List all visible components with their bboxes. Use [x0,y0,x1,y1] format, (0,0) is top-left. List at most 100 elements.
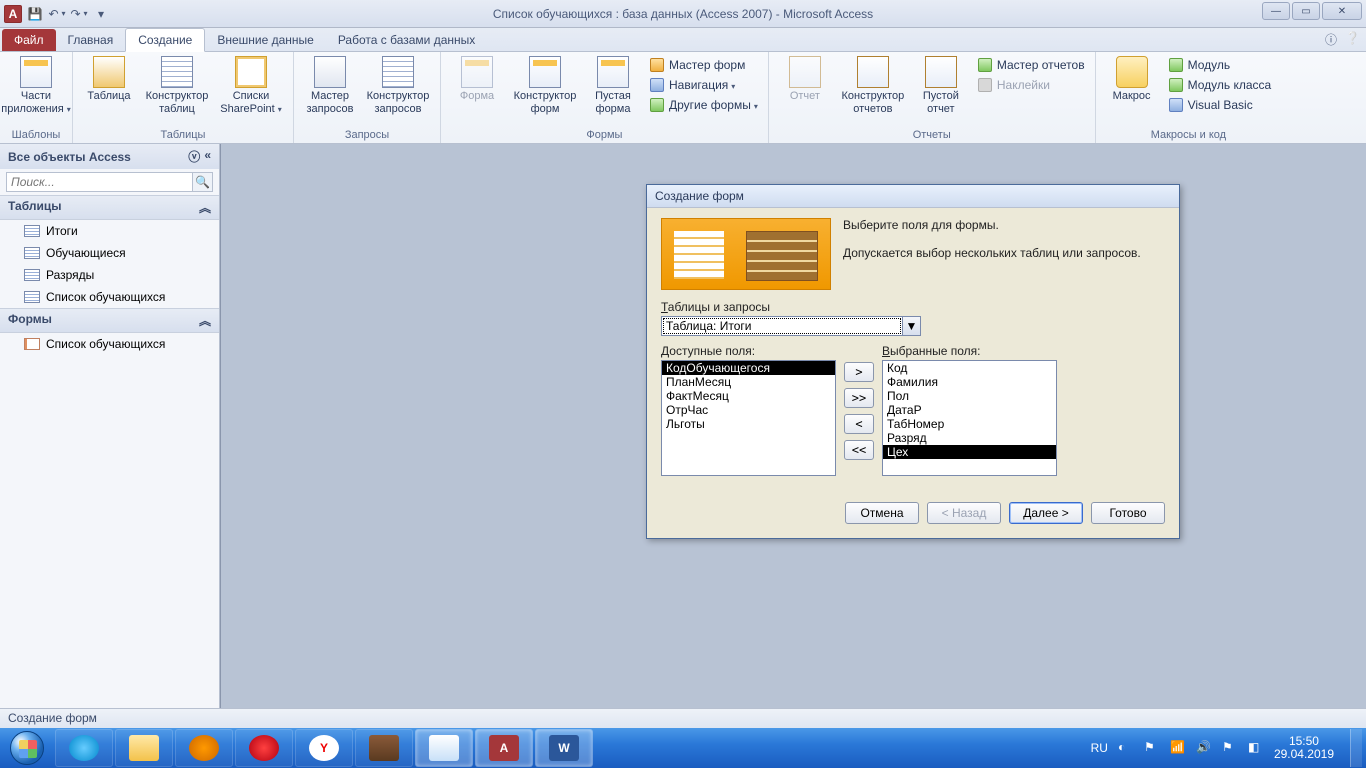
qat-customize-icon[interactable]: ▾ [92,5,110,23]
app-icon[interactable]: A [4,5,22,23]
ribbon-minimize-icon[interactable]: ⓘ [1325,31,1337,48]
ribbon-group-reports: Отчет Конструктор отчетов Пустой отчет М… [769,52,1096,143]
help-icon[interactable]: ❔ [1345,31,1360,48]
remove-all-fields-button[interactable]: << [844,440,874,460]
taskbar-mediaplayer[interactable] [175,729,233,767]
nav-table-item[interactable]: Разряды [0,264,219,286]
nav-group-tables-header[interactable]: Таблицы︽ [0,195,219,220]
listbox-item[interactable]: Код [883,361,1056,375]
next-button[interactable]: Далее > [1009,502,1083,524]
tab-home[interactable]: Главная [56,29,126,51]
taskbar-paint[interactable] [415,729,473,767]
nav-search-input[interactable] [6,172,193,192]
report-design-icon [857,56,889,88]
available-fields-label: Доступные поля: [661,344,836,358]
navigation-pane: Все объекты Access ⓥ « 🔍 Таблицы︽ Итоги … [0,144,220,708]
more-forms-button[interactable]: Другие формы [645,96,762,114]
finish-button[interactable]: Готово [1091,502,1165,524]
listbox-item[interactable]: ОтрЧас [662,403,835,417]
taskbar-ie[interactable] [55,729,113,767]
volume-icon[interactable]: 🔊 [1196,740,1212,756]
taskbar-yandex[interactable]: Y [295,729,353,767]
opera-icon [249,735,279,761]
taskbar-winrar[interactable] [355,729,413,767]
listbox-item[interactable]: Пол [883,389,1056,403]
visual-basic-button[interactable]: Visual Basic [1164,96,1276,114]
macro-button[interactable]: Макрос [1102,54,1162,105]
listbox-item[interactable]: ТабНомер [883,417,1056,431]
combo-dropdown-icon[interactable]: ▼ [903,316,921,336]
remove-field-button[interactable]: < [844,414,874,434]
search-icon[interactable]: 🔍 [193,172,213,192]
class-module-button[interactable]: Модуль класса [1164,76,1276,94]
network-icon[interactable]: 📶 [1170,740,1186,756]
selected-fields-listbox[interactable]: КодФамилияПолДатаРТабНомерРазрядЦех [882,360,1057,476]
qat-redo-icon[interactable]: ↷ [70,5,88,23]
navigation-button[interactable]: Навигация [645,76,762,94]
table-design-button[interactable]: Конструктор таблиц [141,54,213,118]
language-indicator[interactable]: RU [1091,741,1108,755]
taskbar-opera[interactable] [235,729,293,767]
form-design-button[interactable]: Конструктор форм [509,54,581,118]
form-icon [461,56,493,88]
tables-queries-input[interactable] [661,316,903,336]
nav-collapse-icon[interactable]: « [204,148,211,165]
query-wizard-button[interactable]: Мастер запросов [300,54,360,118]
nav-table-item[interactable]: Обучающиеся [0,242,219,264]
tab-database-tools[interactable]: Работа с базами данных [326,29,487,51]
tables-queries-combo[interactable]: ▼ [661,316,921,336]
table-object-icon [24,225,40,237]
nav-form-item[interactable]: Список обучающихся [0,333,219,355]
nav-group-forms-header[interactable]: Формы︽ [0,308,219,333]
qat-undo-icon[interactable]: ↶ [48,5,66,23]
ribbon-group-forms: Форма Конструктор форм Пустая форма Маст… [441,52,769,143]
add-field-button[interactable]: > [844,362,874,382]
listbox-item[interactable]: Цех [883,445,1056,459]
blank-form-button[interactable]: Пустая форма [583,54,643,118]
listbox-item[interactable]: Фамилия [883,375,1056,389]
listbox-item[interactable]: ДатаР [883,403,1056,417]
tab-file[interactable]: Файл [2,29,56,51]
nav-table-item[interactable]: Итоги [0,220,219,242]
tray-clock[interactable]: 15:50 29.04.2019 [1274,735,1340,761]
action-center-icon[interactable]: ◐ [1118,740,1134,756]
tray-app-icon[interactable]: ⚑ [1144,740,1160,756]
maximize-button[interactable]: ▭ [1292,2,1320,20]
sharepoint-lists-button[interactable]: Списки SharePoint [215,54,287,118]
listbox-item[interactable]: ФактМесяц [662,389,835,403]
visual-basic-icon [1169,98,1183,112]
chevron-up-icon: ︽ [199,312,211,329]
minimize-button[interactable]: — [1262,2,1290,20]
tab-external-data[interactable]: Внешние данные [205,29,326,51]
tray-extra-icon[interactable]: ◧ [1248,740,1264,756]
application-parts-button[interactable]: Части приложения [6,54,66,118]
listbox-item[interactable]: Разряд [883,431,1056,445]
tab-create[interactable]: Создание [125,28,205,52]
form-wizard-button[interactable]: Мастер форм [645,56,762,74]
blank-report-button[interactable]: Пустой отчет [911,54,971,118]
taskbar-word[interactable]: W [535,729,593,767]
add-all-fields-button[interactable]: >> [844,388,874,408]
module-button[interactable]: Модуль [1164,56,1276,74]
cancel-button[interactable]: Отмена [845,502,919,524]
listbox-item[interactable]: КодОбучающегося [662,361,835,375]
table-button[interactable]: Таблица [79,54,139,105]
quick-access-toolbar: A 💾 ↶ ↷ ▾ [0,5,110,23]
listbox-item[interactable]: ПланМесяц [662,375,835,389]
query-design-button[interactable]: Конструктор запросов [362,54,434,118]
report-icon [789,56,821,88]
listbox-item[interactable]: Льготы [662,417,835,431]
report-wizard-button[interactable]: Мастер отчетов [973,56,1089,74]
taskbar-access[interactable]: A [475,729,533,767]
start-button[interactable] [0,728,54,768]
report-design-button[interactable]: Конструктор отчетов [837,54,909,118]
taskbar-explorer[interactable] [115,729,173,767]
close-button[interactable]: ✕ [1322,2,1362,20]
nav-filter-dropdown-icon[interactable]: ⓥ [188,148,200,165]
available-fields-listbox[interactable]: КодОбучающегосяПланМесяцФактМесяцОтрЧасЛ… [661,360,836,476]
qat-save-icon[interactable]: 💾 [26,5,44,23]
nav-table-item[interactable]: Список обучающихся [0,286,219,308]
nav-pane-header[interactable]: Все объекты Access ⓥ « [0,144,219,169]
tray-notify-icon[interactable]: ⚑ [1222,740,1238,756]
show-desktop-button[interactable] [1350,729,1362,767]
